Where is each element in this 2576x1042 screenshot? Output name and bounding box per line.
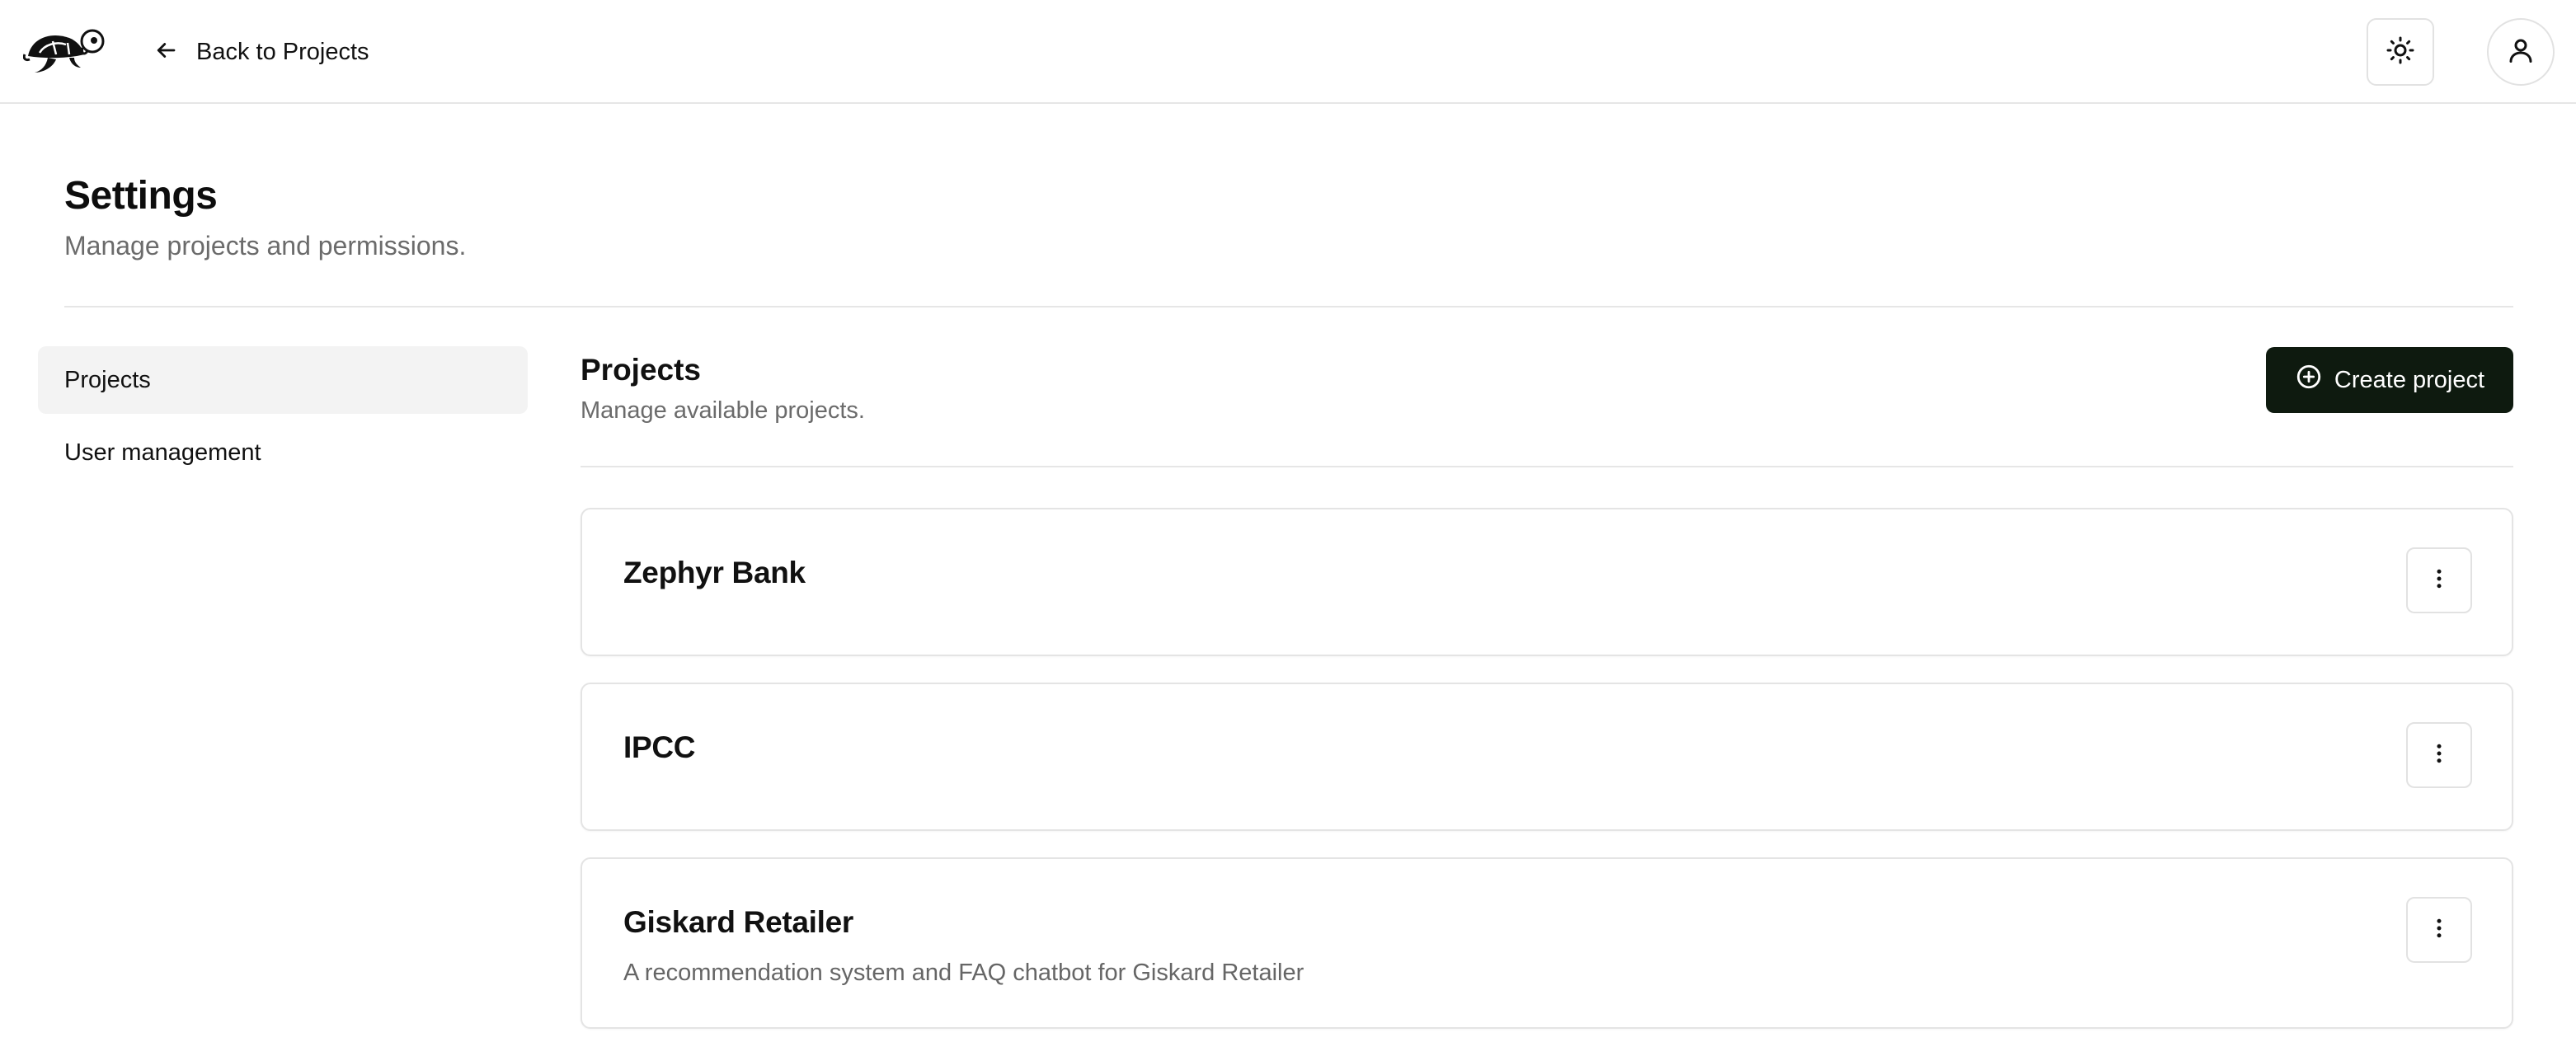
project-card[interactable]: Zephyr Bank [581, 508, 2513, 656]
create-project-label: Create project [2334, 366, 2485, 393]
sidebar-item-projects[interactable]: Projects [38, 346, 528, 414]
sun-icon [2386, 35, 2415, 69]
project-name: IPCC [623, 730, 696, 764]
divider [64, 306, 2513, 307]
project-description: A recommendation system and FAQ chatbot … [623, 960, 1304, 986]
back-to-projects-label: Back to Projects [196, 38, 369, 65]
project-name: Zephyr Bank [623, 556, 806, 589]
section-subtitle: Manage available projects. [581, 397, 865, 424]
user-menu-button[interactable] [2487, 18, 2555, 86]
project-menu-button[interactable] [2406, 547, 2472, 613]
plus-circle-icon [2295, 363, 2323, 397]
divider [581, 466, 2513, 467]
project-menu-button[interactable] [2406, 722, 2472, 788]
more-vertical-icon [2427, 916, 2451, 945]
sidebar-item-user-management[interactable]: User management [38, 419, 528, 486]
sidebar-item-label: User management [64, 439, 261, 466]
create-project-button[interactable]: Create project [2266, 347, 2513, 413]
user-icon [2506, 35, 2536, 69]
page-subtitle: Manage projects and permissions. [64, 231, 467, 260]
section-title: Projects [581, 353, 702, 387]
more-vertical-icon [2427, 566, 2451, 595]
top-bar: Back to Projects [0, 0, 2576, 104]
project-name: Giskard Retailer [623, 905, 854, 939]
more-vertical-icon [2427, 741, 2451, 770]
project-card[interactable]: Giskard Retailer A recommendation system… [581, 857, 2513, 1029]
back-to-projects-link[interactable]: Back to Projects [153, 33, 369, 71]
theme-toggle-button[interactable] [2367, 18, 2434, 86]
settings-sidebar: Projects User management [38, 346, 528, 491]
sidebar-item-label: Projects [64, 366, 151, 393]
project-menu-button[interactable] [2406, 897, 2472, 963]
turtle-logo-icon[interactable] [22, 25, 106, 74]
page-title: Settings [64, 174, 218, 218]
project-card[interactable]: IPCC [581, 683, 2513, 831]
arrow-left-icon [153, 38, 178, 67]
